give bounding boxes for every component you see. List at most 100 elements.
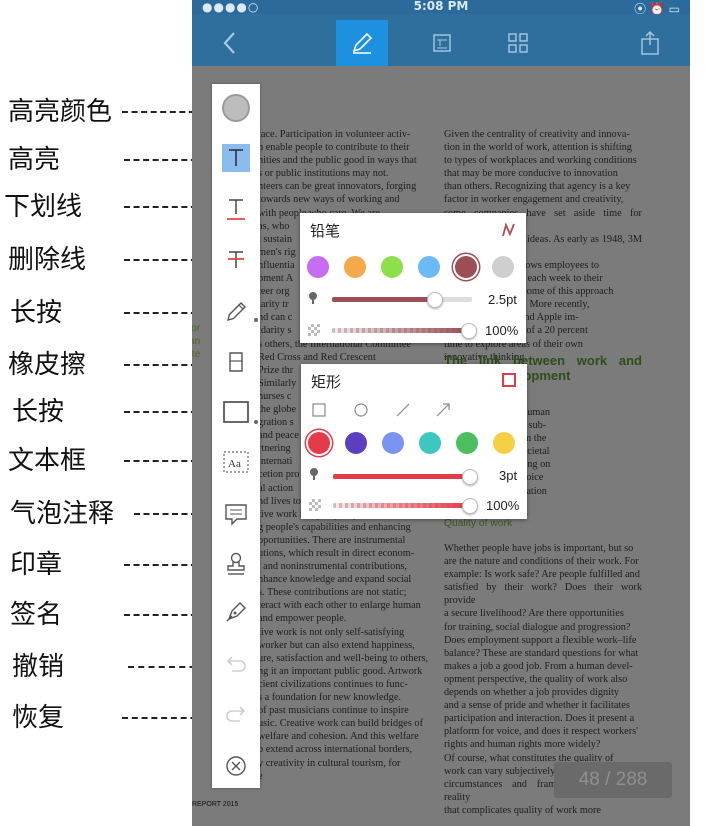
rectangle-icon xyxy=(223,401,249,423)
annotation-label: 高亮颜色 xyxy=(8,97,113,127)
annotation-strikethrough: 删除线 xyxy=(0,240,216,280)
back-button[interactable] xyxy=(204,20,256,66)
annotation-label: 印章 xyxy=(10,550,63,580)
annotation-toolbar: Aa xyxy=(212,84,260,788)
comment-bubble-button[interactable] xyxy=(212,494,260,534)
thickness-icon-stem xyxy=(313,475,315,480)
popup-title: 矩形 xyxy=(311,373,342,391)
underline-button[interactable] xyxy=(212,189,260,229)
annotation-label: 长按 xyxy=(10,298,63,328)
circle-shape-icon[interactable] xyxy=(353,402,369,418)
color-swatch[interactable] xyxy=(344,256,366,278)
highlight-button[interactable] xyxy=(212,138,260,178)
annotate-tool-button[interactable] xyxy=(336,20,388,66)
color-swatch[interactable] xyxy=(455,256,477,278)
redo-button[interactable] xyxy=(212,694,260,734)
stamp-icon xyxy=(227,552,245,575)
opacity-icon xyxy=(309,499,321,511)
slider-knob[interactable] xyxy=(427,292,443,308)
pencil-icon xyxy=(227,302,246,321)
redo-icon xyxy=(226,706,246,722)
undo-button[interactable] xyxy=(212,644,260,684)
color-swatch[interactable] xyxy=(493,432,515,454)
eraser-button[interactable] xyxy=(212,342,260,382)
thickness-icon-stem xyxy=(312,299,314,304)
annotation-bubble-comment: 气泡注释 xyxy=(0,494,216,534)
annotation-long-press-shape: 长按 xyxy=(0,392,216,432)
pencil-stroke-icon xyxy=(502,222,515,237)
annotation-undo: 撤销 xyxy=(0,647,216,687)
stamp-button[interactable] xyxy=(212,544,260,584)
grid-view-button[interactable] xyxy=(492,20,544,66)
speech-bubble-icon xyxy=(225,504,247,526)
color-swatch[interactable] xyxy=(419,432,441,454)
rectangle-thickness-value: 3pt xyxy=(499,468,518,483)
rectangle-thickness-slider[interactable] xyxy=(333,469,478,485)
chevron-left-icon xyxy=(223,32,235,54)
outline-button[interactable] xyxy=(416,20,468,66)
annotation-signature: 签名 xyxy=(0,595,216,635)
slider-fill xyxy=(332,297,434,302)
pencil-thickness-value: 2.5pt xyxy=(488,292,517,307)
slider-fill xyxy=(332,328,468,333)
signature-button[interactable] xyxy=(212,592,260,632)
color-swatch[interactable] xyxy=(307,256,329,278)
annotation-textbox: 文本框 xyxy=(0,441,216,481)
color-swatch[interactable] xyxy=(308,432,330,454)
color-swatch[interactable] xyxy=(345,432,367,454)
annotation-label: 撤销 xyxy=(12,652,65,682)
color-swatch[interactable] xyxy=(418,256,440,278)
close-toolbar-button[interactable] xyxy=(212,746,260,786)
annotation-redo: 恢复 xyxy=(0,698,216,738)
popup-title: 铅笔 xyxy=(310,222,341,240)
rectangle-opacity-slider[interactable] xyxy=(333,498,478,514)
slider-knob[interactable] xyxy=(462,469,478,485)
pencil-opacity-value: 100% xyxy=(485,323,519,338)
pencil-button[interactable] xyxy=(212,292,260,332)
annotation-label: 文本框 xyxy=(8,446,87,476)
slider-knob[interactable] xyxy=(461,323,477,339)
annotation-label: 气泡注释 xyxy=(10,499,115,529)
annotation-label: 橡皮擦 xyxy=(8,350,87,380)
circle-color-icon xyxy=(222,94,250,122)
arrow-shape-icon[interactable] xyxy=(435,402,451,418)
undo-icon xyxy=(226,656,246,672)
strikethrough-button[interactable] xyxy=(212,240,260,280)
nav-bar xyxy=(192,14,690,66)
rectangle-stroke-icon xyxy=(502,373,516,387)
rectangle-shape-icon[interactable] xyxy=(311,402,327,418)
status-bar: ●●●●○ 5:08 PM ⦿ ⏰ ▭ xyxy=(192,0,690,16)
eraser-icon xyxy=(229,352,243,372)
grid-icon xyxy=(508,33,528,53)
rectangle-button[interactable] xyxy=(212,392,260,432)
annotation-label: 下划线 xyxy=(4,192,83,222)
svg-text:Aa: Aa xyxy=(228,458,241,470)
color-swatch[interactable] xyxy=(382,432,404,454)
textbox-button[interactable]: Aa xyxy=(212,442,260,482)
long-press-indicator xyxy=(254,318,258,322)
pencil-settings-popup: 铅笔 2.5pt 100% xyxy=(300,213,526,343)
pencil-opacity-slider[interactable] xyxy=(332,323,477,339)
highlight-color-button[interactable] xyxy=(212,88,260,128)
annotation-long-press-pencil: 长按 xyxy=(0,293,216,333)
annotation-stamp: 印章 xyxy=(0,545,216,585)
pencil-thickness-slider[interactable] xyxy=(332,292,472,308)
color-swatch[interactable] xyxy=(381,256,403,278)
strikethrough-t-icon xyxy=(228,251,244,268)
slider-knob[interactable] xyxy=(462,498,478,514)
opacity-icon xyxy=(308,324,320,336)
annotation-highlight-color: 高亮颜色 xyxy=(0,92,215,132)
outline-icon xyxy=(433,34,451,52)
color-swatch[interactable] xyxy=(492,256,514,278)
rectangle-settings-popup: 矩形 3pt 100% xyxy=(301,364,527,519)
line-shape-icon[interactable] xyxy=(395,402,411,418)
annotation-label: 高亮 xyxy=(8,145,61,175)
color-swatch[interactable] xyxy=(456,432,478,454)
long-press-indicator xyxy=(254,420,258,424)
slider-fill xyxy=(333,503,469,508)
signature-pen-icon xyxy=(226,602,246,622)
underline-t-icon xyxy=(227,199,245,220)
page-indicator: 48 / 288 xyxy=(554,762,672,798)
highlight-t-icon xyxy=(222,144,250,172)
share-button[interactable] xyxy=(624,20,676,66)
